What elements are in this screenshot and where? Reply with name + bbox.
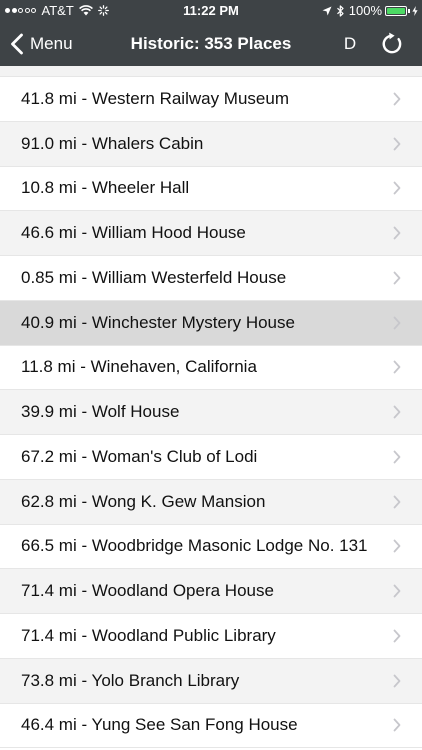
list-item-label: 46.6 mi - William Hood House	[21, 223, 246, 243]
refresh-icon	[382, 32, 402, 54]
chevron-right-icon	[393, 181, 401, 195]
places-list[interactable]: 41.8 mi - Western Railway Museum 91.0 mi …	[0, 66, 422, 750]
menu-back-button[interactable]: Menu	[10, 22, 73, 66]
location-arrow-icon	[322, 6, 332, 15]
list-item[interactable]: 73.8 mi - Yolo Branch Library	[0, 658, 422, 704]
status-right: 100%	[322, 3, 418, 18]
list-item-label: 39.9 mi - Wolf House	[21, 402, 180, 422]
list-item[interactable]: 0.85 mi - William Westerfeld House	[0, 256, 422, 301]
list-item-label: 0.85 mi - William Westerfeld House	[21, 267, 287, 287]
list-item[interactable]: 46.6 mi - William Hood House	[0, 211, 422, 256]
battery-fill	[387, 7, 405, 14]
refresh-button[interactable]	[379, 31, 405, 57]
chevron-right-icon	[393, 450, 401, 464]
battery-icon	[385, 5, 407, 16]
list-item-label: 67.2 mi - Woman's Club of Lodi	[21, 446, 258, 466]
list-item-label: 41.8 mi - Western Railway Museum	[21, 88, 289, 108]
list-item[interactable]: 71.4 mi - Woodland Public Library	[0, 614, 422, 659]
list-item-label: 66.5 mi - Woodbridge Masonic Lodge No. 1…	[21, 536, 368, 556]
chevron-right-icon	[393, 316, 401, 330]
list-item[interactable]: 66.5 mi - Woodbridge Masonic Lodge No. 1…	[0, 524, 422, 570]
chevron-right-icon	[393, 539, 401, 553]
list-item-label: 62.8 mi - Wong K. Gew Mansion	[21, 491, 266, 511]
battery-percent: 100%	[348, 3, 382, 18]
status-bar: AT&T 11:22 PM 100%	[0, 0, 422, 22]
chevron-right-icon	[393, 718, 401, 732]
chevron-right-icon	[393, 584, 401, 598]
chevron-right-icon	[393, 629, 401, 643]
chevron-right-icon	[393, 226, 401, 240]
menu-back-label: Menu	[30, 34, 73, 53]
chevron-right-icon	[393, 271, 401, 285]
bluetooth-icon	[336, 4, 344, 17]
list-item[interactable]: 71.4 mi - Woodland Opera House	[0, 569, 422, 614]
list-item-label: 71.4 mi - Woodland Opera House	[21, 581, 274, 601]
chevron-right-icon	[393, 495, 401, 509]
charging-bolt-icon	[412, 5, 418, 16]
list-item[interactable]: 67.2 mi - Woman's Club of Lodi	[0, 435, 422, 480]
list-item-partial	[0, 66, 422, 77]
app-screen: AT&T 11:22 PM 100% Menu Historic: 353 Pl…	[0, 0, 422, 750]
list-item-label: 11.8 mi - Winehaven, California	[21, 357, 257, 377]
chevron-right-icon	[393, 360, 401, 374]
list-item[interactable]: 11.8 mi - Winehaven, California	[0, 345, 422, 391]
battery-cap	[408, 8, 410, 13]
list-item[interactable]: 46.4 mi - Yung See San Fong House	[0, 703, 422, 749]
list-item-label: 40.9 mi - Winchester Mystery House	[21, 312, 295, 332]
list-item-label: 91.0 mi - Whalers Cabin	[21, 133, 204, 153]
list-item-label: 73.8 mi - Yolo Branch Library	[21, 670, 240, 690]
list-item-label: 46.4 mi - Yung See San Fong House	[21, 715, 298, 735]
d-button[interactable]: D	[337, 22, 363, 66]
list-item[interactable]: 91.0 mi - Whalers Cabin	[0, 121, 422, 167]
chevron-right-icon	[393, 405, 401, 419]
navigation-bar: Menu Historic: 353 Places D	[0, 22, 422, 66]
chevron-right-icon	[393, 137, 401, 151]
list-item[interactable]: 10.8 mi - Wheeler Hall	[0, 166, 422, 212]
chevron-right-icon	[393, 674, 401, 688]
list-item-label: 71.4 mi - Woodland Public Library	[21, 625, 276, 645]
list-item[interactable]: 62.8 mi - Wong K. Gew Mansion	[0, 479, 422, 525]
list-item-label: 10.8 mi - Wheeler Hall	[21, 178, 190, 198]
chevron-right-icon	[393, 92, 401, 106]
list-item[interactable]: 41.8 mi - Western Railway Museum	[0, 77, 422, 122]
list-item[interactable]: 39.9 mi - Wolf House	[0, 390, 422, 435]
list-item[interactable]: 40.9 mi - Winchester Mystery House	[0, 300, 422, 346]
chevron-left-icon	[11, 33, 23, 55]
